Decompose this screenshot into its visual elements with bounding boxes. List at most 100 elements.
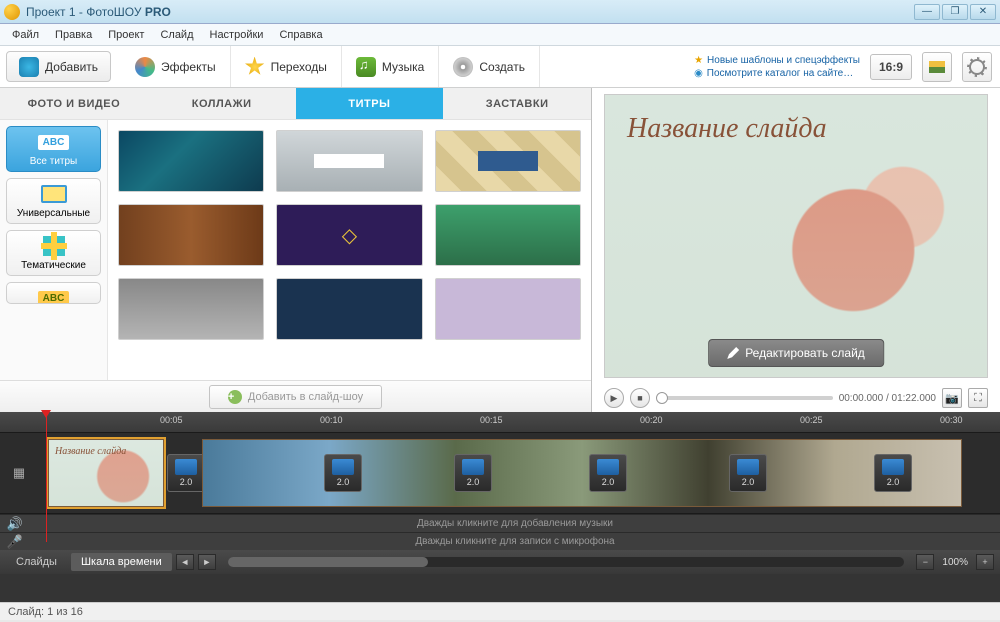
transition-duration: 2.0	[180, 477, 193, 487]
timeline-scrollbar[interactable]	[228, 557, 905, 567]
menu-file[interactable]: Файл	[4, 27, 47, 43]
music-icon	[356, 57, 376, 77]
scrollbar-thumb[interactable]	[228, 557, 428, 567]
zoom-in-button[interactable]: +	[976, 554, 994, 570]
preview-canvas[interactable]: Название слайда Редактировать слайд	[604, 94, 988, 378]
view-tab-timeline[interactable]: Шкала времени	[71, 553, 172, 571]
timeline-clip[interactable]: Название слайда	[48, 439, 164, 507]
playhead[interactable]	[46, 412, 47, 542]
seek-bar[interactable]	[656, 396, 833, 400]
music-button[interactable]: Музыка	[342, 46, 439, 87]
menubar: Файл Правка Проект Слайд Настройки Справ…	[0, 24, 1000, 46]
speaker-icon: 🔊	[0, 516, 30, 532]
transition-icon	[882, 459, 904, 475]
side-thematic[interactable]: Тематические	[6, 230, 101, 276]
disc-icon	[453, 57, 473, 77]
edit-slide-button[interactable]: Редактировать слайд	[708, 339, 884, 367]
aspect-ratio-button[interactable]: 16:9	[870, 54, 912, 80]
palette-icon	[135, 57, 155, 77]
create-button[interactable]: Создать	[439, 46, 540, 87]
stop-button[interactable]: ■	[630, 388, 650, 408]
transition-duration: 2.0	[742, 477, 755, 487]
menu-project[interactable]: Проект	[100, 27, 152, 43]
menu-slide[interactable]: Слайд	[152, 27, 201, 43]
app-icon	[4, 4, 20, 20]
abc-icon: ABC	[38, 291, 70, 305]
add-to-slideshow-button[interactable]: + Добавить в слайд-шоу	[209, 385, 382, 409]
transition-badge[interactable]: 2.0	[454, 454, 492, 492]
tab-photo-video[interactable]: ФОТО И ВИДЕО	[0, 88, 148, 119]
promo-links: ★Новые шаблоны и спецэффекты ◉Посмотрите…	[694, 55, 860, 79]
transition-badge[interactable]: 2.0	[324, 454, 362, 492]
timeline-footer: Слайды Шкала времени ◄ ► − 100% +	[0, 550, 1000, 574]
audio-track[interactable]: 🔊 Дважды кликните для добавления музыки	[0, 514, 1000, 532]
close-button[interactable]: ✕	[970, 4, 996, 20]
library-panel: ФОТО И ВИДЕО КОЛЛАЖИ ТИТРЫ ЗАСТАВКИ ABC …	[0, 88, 592, 412]
view-tab-slides[interactable]: Слайды	[6, 553, 67, 571]
side-more[interactable]: ABC	[6, 282, 101, 304]
title-template[interactable]	[276, 130, 422, 192]
transition-icon	[462, 459, 484, 475]
zoom-out-button[interactable]: −	[916, 554, 934, 570]
title-template[interactable]	[435, 130, 581, 192]
tab-titles[interactable]: ТИТРЫ	[296, 88, 444, 119]
add-button[interactable]: Добавить	[6, 51, 111, 82]
statusbar: Слайд: 1 из 16	[0, 602, 1000, 620]
star-icon: ★	[694, 55, 703, 66]
title-template[interactable]	[435, 278, 581, 340]
ruler-tick: 00:20	[640, 415, 663, 425]
scroll-right-button[interactable]: ►	[198, 554, 216, 570]
mic-track[interactable]: 🎤 Дважды кликните для записи с микрофона	[0, 532, 1000, 550]
fullscreen-button[interactable]: ⛶	[968, 388, 988, 408]
minimize-button[interactable]: —	[914, 4, 940, 20]
seek-thumb[interactable]	[656, 392, 668, 404]
play-button[interactable]: ▶	[604, 388, 624, 408]
add-bar: + Добавить в слайд-шоу	[0, 380, 591, 412]
tab-collages[interactable]: КОЛЛАЖИ	[148, 88, 296, 119]
video-track[interactable]: ▦ Название слайда 2.0 2.0 2.0 2.0 2.0 2.…	[0, 432, 1000, 514]
side-all-titles[interactable]: ABC Все титры	[6, 126, 101, 172]
monitor-icon	[41, 185, 67, 203]
snapshot-button[interactable]: 📷	[942, 388, 962, 408]
video-track-icon: ▦	[4, 465, 34, 481]
theme-button[interactable]	[922, 52, 952, 82]
window-title: Проект 1 - ФотоШОУ PRO	[26, 5, 171, 19]
side-universal[interactable]: Универсальные	[6, 178, 101, 224]
menu-edit[interactable]: Правка	[47, 27, 100, 43]
maximize-button[interactable]: ❐	[942, 4, 968, 20]
title-template[interactable]	[276, 278, 422, 340]
transitions-label: Переходы	[271, 60, 327, 74]
settings-button[interactable]	[962, 52, 992, 82]
menu-help[interactable]: Справка	[271, 27, 330, 43]
transition-badge[interactable]: 2.0	[167, 454, 205, 492]
playback-controls: ▶ ■ 00:00.000 / 01:22.000 📷 ⛶	[592, 384, 1000, 412]
transition-badge[interactable]: 2.0	[589, 454, 627, 492]
effects-button[interactable]: Эффекты	[121, 46, 231, 87]
title-template[interactable]	[118, 130, 264, 192]
promo-catalog-link[interactable]: Посмотрите каталог на сайте…	[707, 68, 853, 79]
title-template[interactable]	[276, 204, 422, 266]
title-thumbnails	[108, 120, 591, 380]
transitions-button[interactable]: Переходы	[231, 46, 342, 87]
transition-badge[interactable]: 2.0	[729, 454, 767, 492]
timeline-clip[interactable]	[202, 439, 962, 507]
scroll-left-button[interactable]: ◄	[176, 554, 194, 570]
time-ruler[interactable]: 00:05 00:10 00:15 00:20 00:25 00:30	[0, 412, 1000, 432]
tab-intros[interactable]: ЗАСТАВКИ	[443, 88, 591, 119]
camera-icon	[19, 57, 39, 77]
title-template[interactable]	[435, 204, 581, 266]
side-thematic-label: Тематические	[11, 260, 96, 271]
add-to-slideshow-label: Добавить в слайд-шоу	[248, 391, 363, 403]
title-template[interactable]	[118, 278, 264, 340]
title-template[interactable]	[118, 204, 264, 266]
picture-icon	[929, 61, 945, 73]
transition-badge[interactable]: 2.0	[874, 454, 912, 492]
menu-settings[interactable]: Настройки	[202, 27, 272, 43]
preview-panel: Название слайда Редактировать слайд ▶ ■ …	[592, 88, 1000, 412]
transition-duration: 2.0	[602, 477, 615, 487]
promo-templates-link[interactable]: Новые шаблоны и спецэффекты	[707, 55, 860, 66]
transition-icon	[597, 459, 619, 475]
pencil-icon	[727, 347, 739, 359]
title-categories: ABC Все титры Универсальные Тематические…	[0, 120, 108, 380]
transition-icon	[332, 459, 354, 475]
